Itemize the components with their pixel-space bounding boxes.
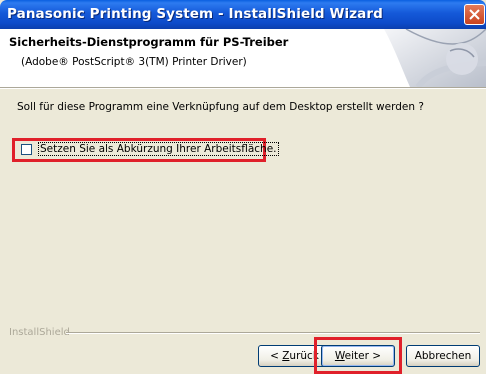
header-divider <box>0 87 486 89</box>
header-title: Sicherheits-Dienstprogramm für PS-Treibe… <box>9 35 289 49</box>
wizard-header: Sicherheits-Dienstprogramm für PS-Treibe… <box>0 29 486 87</box>
next-button-highlight-box <box>314 337 402 374</box>
installshield-brand: InstallShield <box>9 327 70 338</box>
close-button[interactable] <box>464 4 485 25</box>
title-bar[interactable]: Panasonic Printing System - InstallShiel… <box>0 0 486 29</box>
checkbox-label-text: Setzen Sie als Abkürzung Ihrer Arbeitsfl… <box>38 142 279 156</box>
installshield-wizard-window: Panasonic Printing System - InstallShiel… <box>0 0 486 374</box>
shortcut-question: Soll für diese Programm eine Verknüpfung… <box>17 101 424 113</box>
desktop-shortcut-label[interactable]: Setzen Sie als Abkürzung Ihrer Arbeitsfl… <box>38 142 279 156</box>
header-subtitle: (Adobe® PostScript® 3(TM) Printer Driver… <box>21 56 247 68</box>
wizard-header-graphic <box>384 29 486 87</box>
footer-divider <box>66 332 480 334</box>
desktop-shortcut-checkbox[interactable] <box>21 144 32 155</box>
back-prefix: < <box>270 350 283 362</box>
cancel-button[interactable]: Abbrechen <box>406 345 480 367</box>
window-title: Panasonic Printing System - InstallShiel… <box>7 6 383 22</box>
close-icon <box>469 9 480 20</box>
